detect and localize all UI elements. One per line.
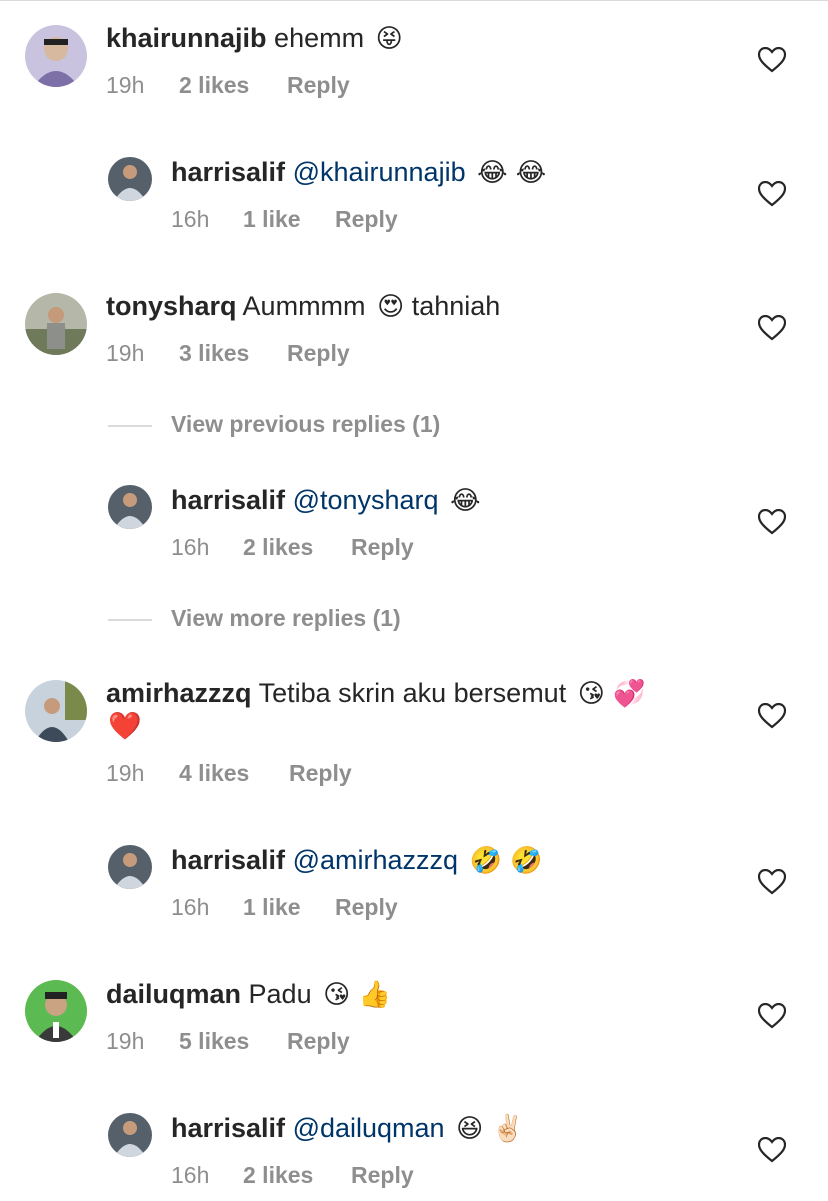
reply-mention[interactable]: @amirhazzzq: [293, 845, 458, 875]
reply-button[interactable]: Reply: [287, 71, 350, 99]
comment-emojis: 😍: [377, 292, 405, 322]
comment-meta: 19h 4 likes Reply: [106, 759, 352, 787]
comment-username[interactable]: khairunnajib: [106, 23, 267, 53]
reply-mention[interactable]: @tonysharq: [293, 485, 439, 515]
comment-text: Padu: [248, 979, 312, 1009]
reply-emojis: 😆 ✌🏻: [456, 1114, 524, 1144]
avatar-harrisalif[interactable]: [108, 157, 152, 201]
avatar-khairunnajib[interactable]: [25, 25, 87, 87]
avatar-tonysharq[interactable]: [25, 293, 87, 355]
comment-meta: 19h 5 likes Reply: [106, 1027, 350, 1055]
heart-outline-icon[interactable]: [758, 315, 786, 341]
comment-emojis: 😘 💞: [577, 679, 646, 709]
heart-outline-icon[interactable]: [758, 1003, 786, 1029]
reply-meta: 16h 1 like Reply: [171, 893, 398, 921]
reply-likes[interactable]: 1 like: [243, 205, 335, 233]
comment-time: 19h: [106, 760, 145, 786]
comment-time: 19h: [106, 340, 145, 366]
comment-meta: 19h 2 likes Reply: [106, 71, 350, 99]
comment-likes[interactable]: 3 likes: [179, 339, 287, 367]
reply-button[interactable]: Reply: [289, 759, 352, 787]
reply-mention[interactable]: @khairunnajib: [293, 157, 466, 187]
comment-username[interactable]: amirhazzzq: [106, 678, 252, 708]
comment-body: dailuqman Padu 😘 👍: [106, 977, 391, 1012]
avatar-amirhazzzq[interactable]: [25, 680, 87, 742]
view-more-replies[interactable]: View more replies (1): [171, 605, 401, 632]
comment-text: ehemm: [274, 23, 365, 53]
reply-button[interactable]: Reply: [351, 533, 414, 561]
avatar-harrisalif[interactable]: [108, 485, 152, 529]
reply-username[interactable]: harrisalif: [171, 157, 285, 187]
view-replies-divider: [108, 425, 152, 427]
reply-emojis: 😂 😂: [477, 158, 547, 188]
reply-button[interactable]: Reply: [351, 1161, 414, 1189]
heart-outline-icon[interactable]: [758, 869, 786, 895]
comment-time: 19h: [106, 72, 145, 98]
reply-likes[interactable]: 2 likes: [243, 1161, 351, 1189]
avatar-harrisalif[interactable]: [108, 1113, 152, 1157]
reply-time: 16h: [171, 894, 210, 920]
reply-mention[interactable]: @dailuqman: [293, 1113, 445, 1143]
reply-button[interactable]: Reply: [287, 339, 350, 367]
reply-button[interactable]: Reply: [287, 1027, 350, 1055]
comment-username[interactable]: tonysharq: [106, 291, 237, 321]
reply-body: harrisalif @tonysharq 😂: [171, 483, 480, 518]
comment-emojis: 😝: [375, 24, 403, 54]
comment-body: khairunnajib ehemm 😝: [106, 21, 403, 56]
reply-emojis: 😂: [450, 486, 481, 516]
reply-username[interactable]: harrisalif: [171, 1113, 285, 1143]
reply-time: 16h: [171, 206, 210, 232]
heart-outline-icon[interactable]: [758, 47, 786, 73]
view-replies-divider: [108, 619, 152, 621]
reply-button[interactable]: Reply: [335, 205, 398, 233]
heart-outline-icon[interactable]: [758, 1137, 786, 1163]
comment-time: 19h: [106, 1028, 145, 1054]
reply-time: 16h: [171, 1162, 210, 1188]
comment-body: amirhazzzq Tetiba skrin aku bersemut 😘 💞: [106, 676, 645, 711]
heart-outline-icon[interactable]: [758, 509, 786, 535]
comment-body: tonysharq Aummmm 😍 tahniah: [106, 289, 500, 324]
view-previous-replies[interactable]: View previous replies (1): [171, 411, 440, 438]
comment-likes[interactable]: 2 likes: [179, 71, 287, 99]
reply-body: harrisalif @khairunnajib 😂 😂: [171, 155, 546, 190]
reply-likes[interactable]: 2 likes: [243, 533, 351, 561]
comment-text: Aummmm: [242, 291, 366, 321]
reply-meta: 16h 2 likes Reply: [171, 533, 414, 561]
reply-meta: 16h 2 likes Reply: [171, 1161, 414, 1189]
reply-likes[interactable]: 1 like: [243, 893, 335, 921]
comment-emojis-line2: ❤️: [108, 711, 142, 741]
comment-likes[interactable]: 5 likes: [179, 1027, 287, 1055]
reply-body: harrisalif @amirhazzzq 🤣 🤣: [171, 843, 543, 878]
comment-emojis: 😘 👍: [323, 980, 391, 1010]
top-divider: [0, 0, 828, 1]
reply-meta: 16h 1 like Reply: [171, 205, 398, 233]
reply-button[interactable]: Reply: [335, 893, 398, 921]
comment-meta: 19h 3 likes Reply: [106, 339, 350, 367]
reply-username[interactable]: harrisalif: [171, 485, 285, 515]
reply-username[interactable]: harrisalif: [171, 845, 285, 875]
reply-body: harrisalif @dailuqman 😆 ✌🏻: [171, 1111, 524, 1146]
heart-outline-icon[interactable]: [758, 703, 786, 729]
comment-likes[interactable]: 4 likes: [179, 759, 289, 787]
reply-emojis: 🤣 🤣: [469, 846, 543, 876]
heart-outline-icon[interactable]: [758, 181, 786, 207]
avatar-harrisalif[interactable]: [108, 845, 152, 889]
comment-text-continued: tahniah: [411, 291, 501, 321]
comment-username[interactable]: dailuqman: [106, 979, 241, 1009]
comment-text: Tetiba skrin aku bersemut: [258, 678, 567, 708]
avatar-dailuqman[interactable]: [25, 980, 87, 1042]
reply-time: 16h: [171, 534, 210, 560]
